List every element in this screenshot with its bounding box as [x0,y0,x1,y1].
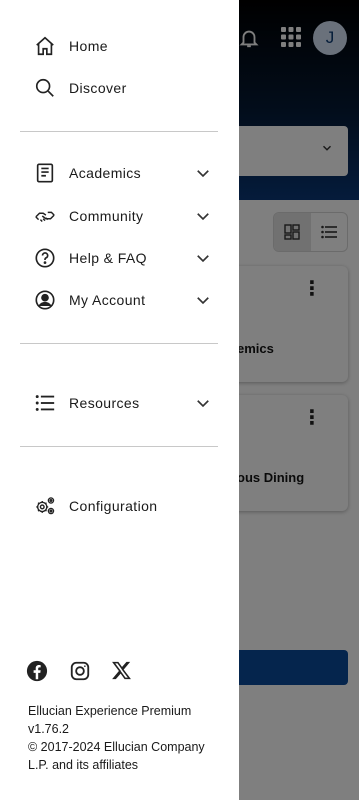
divider [20,131,218,132]
chevron-down-icon [197,400,209,408]
chevron-down-icon [197,213,209,221]
help-icon [33,246,57,270]
nav-item-community[interactable]: Community [0,196,239,236]
chevron-down-icon [197,297,209,305]
nav-label: Discover [69,80,127,96]
footer-copyright: © 2017-2024 Ellucian Company [28,740,205,754]
nav-label: Academics [69,165,142,181]
nav-label: Home [69,38,108,54]
x-icon[interactable] [111,660,135,684]
divider [20,446,218,447]
divider [20,343,218,344]
footer-version: v1.76.2 [28,722,70,736]
nav-item-my-account[interactable]: My Account [0,280,239,320]
instagram-icon[interactable] [69,660,93,684]
chevron-down-icon [197,170,209,178]
gears-icon [33,494,57,518]
nav-item-help-faq[interactable]: Help & FAQ [0,238,239,278]
handshake-icon [33,204,57,228]
nav-label: Configuration [69,498,158,514]
search-icon [33,76,57,100]
nav-item-configuration[interactable]: Configuration [0,486,239,526]
list-icon [33,391,57,415]
nav-label: My Account [69,292,146,308]
nav-label: Community [69,208,144,224]
home-icon [33,34,57,58]
book-icon [33,161,57,185]
nav-item-academics[interactable]: Academics [0,153,239,193]
facebook-icon[interactable] [26,660,50,684]
nav-label: Resources [69,395,140,411]
footer-product-name: Ellucian Experience Premium [28,704,192,718]
nav-label: Help & FAQ [69,250,147,266]
navigation-drawer: Home Discover Academics Community Help &… [0,0,239,800]
nav-item-discover[interactable]: Discover [0,68,239,108]
nav-item-home[interactable]: Home [0,26,239,66]
account-icon [33,288,57,312]
nav-item-resources[interactable]: Resources [0,383,239,423]
chevron-down-icon [197,255,209,263]
footer-copyright-affiliates: L.P. and its affiliates [28,758,139,772]
